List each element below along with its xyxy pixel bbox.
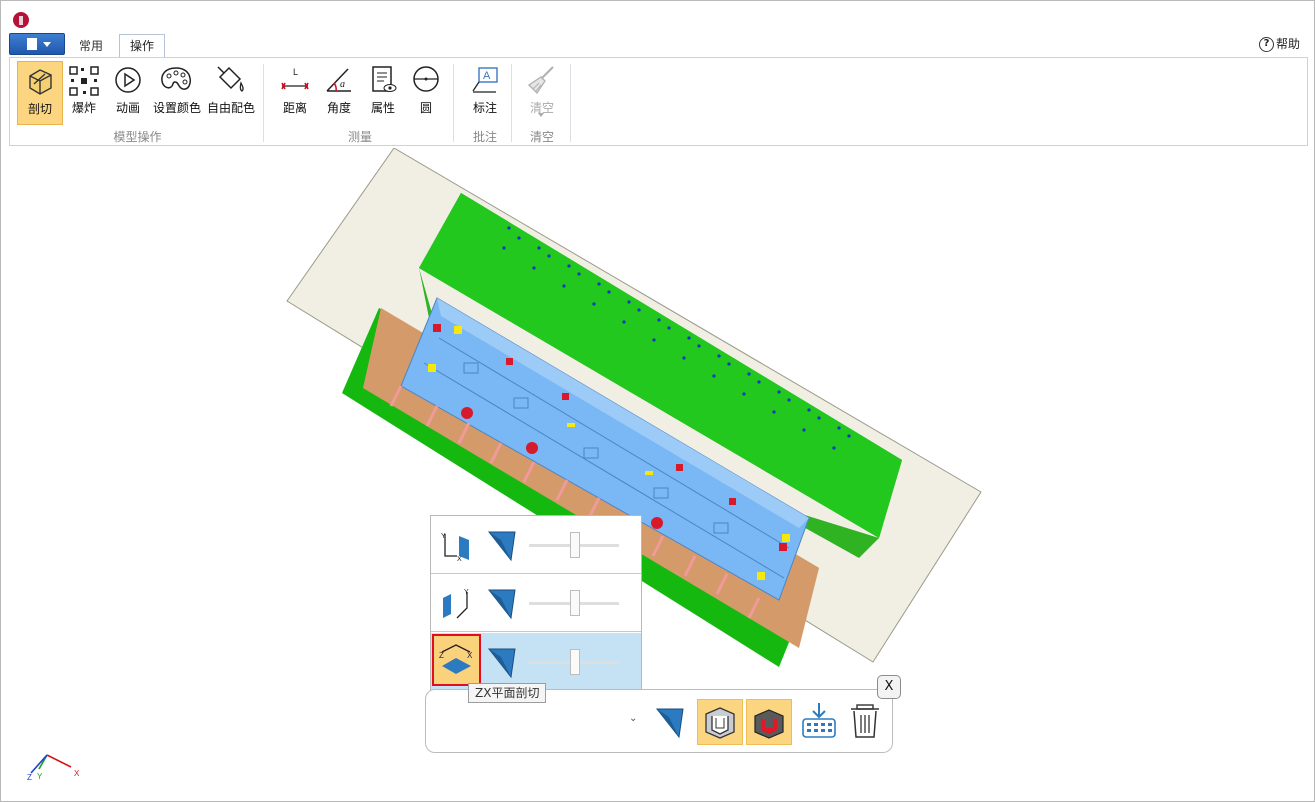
section-cut-icon (29, 69, 52, 95)
save-section-button[interactable] (797, 699, 843, 745)
trash-icon (851, 704, 879, 738)
svg-text:X: X (457, 556, 462, 562)
group-label-model-ops: 模型操作 (113, 130, 162, 144)
title-bar (2, 2, 1313, 32)
free-color-label: 自由配色 (207, 101, 256, 115)
broom-icon (527, 66, 554, 95)
x-axis-line (46, 754, 72, 768)
circle-button[interactable]: 圆 (403, 61, 449, 125)
svg-text:Z: Z (439, 651, 444, 660)
svg-text:L: L (293, 67, 298, 77)
y-axis-label: Y (37, 772, 43, 781)
annotation-button[interactable]: A 标注 (462, 61, 508, 125)
svg-text:Y: Y (464, 589, 469, 596)
annotation-label: 标注 (472, 101, 497, 115)
group-label-annotate: 批注 (472, 130, 497, 144)
x-axis-label: X (74, 769, 80, 778)
document-icon (27, 38, 37, 50)
tab-common[interactable]: 常用 (72, 35, 110, 57)
svg-text:A: A (483, 70, 491, 82)
ribbon-separator (453, 64, 454, 142)
group-label-measure: 测量 (347, 130, 372, 144)
ribbon-separator (511, 64, 512, 142)
chevron-down-icon (43, 42, 51, 47)
angle-label: 角度 (326, 101, 351, 115)
circle-icon (413, 66, 439, 92)
yz-plane-icon[interactable]: Y (441, 588, 473, 620)
svg-text:X: X (467, 651, 473, 660)
distance-button[interactable]: L 距离 (272, 61, 318, 125)
xy-plane-icon[interactable]: Y X (441, 530, 473, 562)
z-axis-label: Z (27, 773, 32, 782)
properties-button[interactable]: 属性 (360, 61, 406, 125)
help-button[interactable]: ? 帮助 (1258, 35, 1300, 53)
section-slider-thumb[interactable] (570, 649, 580, 675)
tab-operations[interactable]: 操作 (119, 34, 165, 58)
play-icon (115, 67, 141, 93)
app-window: 常用 操作 ? 帮助 剖切 爆炸 动画 设置颜色 自由配色 模型操作 L 距离 … (0, 0, 1315, 802)
axis-triad: X Y Z (27, 754, 80, 782)
zx-plane-icon: Z X (439, 644, 473, 674)
paint-bucket-icon (217, 66, 244, 92)
section-cut-button[interactable]: 剖切 (17, 61, 63, 125)
ribbon-separator (570, 64, 571, 142)
clear-button[interactable]: 清空 (519, 61, 565, 125)
properties-label: 属性 (370, 101, 395, 115)
help-icon: ? (1258, 37, 1274, 52)
distance-icon: L (281, 67, 309, 90)
section-row-xy[interactable]: Y X (431, 516, 641, 574)
explode-label: 爆炸 (71, 101, 96, 115)
group-label-clear: 清空 (529, 130, 554, 144)
annotation-icon: A (472, 67, 498, 93)
animation-button[interactable]: 动画 (105, 61, 151, 125)
chevron-down-icon (538, 113, 544, 117)
free-color-button[interactable]: 自由配色 (207, 61, 256, 125)
cut-direction-icon[interactable] (487, 530, 517, 562)
file-menu-button[interactable] (9, 33, 65, 55)
fill-cut-face-icon (754, 709, 784, 739)
section-slider-thumb[interactable] (570, 532, 580, 558)
circle-label: 圆 (419, 101, 432, 115)
explode-button[interactable]: 爆炸 (61, 61, 107, 125)
distance-label: 距离 (282, 101, 307, 115)
set-color-button[interactable]: 设置颜色 (153, 61, 202, 125)
section-slider-thumb[interactable] (570, 590, 580, 616)
properties-icon (372, 66, 397, 92)
svg-text:Y: Y (441, 533, 446, 540)
angle-icon: a (326, 68, 351, 92)
explode-icon (69, 66, 99, 96)
reverse-cut-icon (655, 708, 684, 739)
section-row-yz[interactable]: Y (431, 574, 641, 632)
section-cut-label: 剖切 (27, 102, 52, 116)
ribbon: 剖切 爆炸 动画 设置颜色 自由配色 模型操作 L 距离 a 角度 属性 圆 测… (9, 57, 1308, 146)
cut-direction-icon[interactable] (487, 588, 517, 620)
zx-plane-button[interactable]: Z X (432, 634, 481, 686)
delete-section-button[interactable] (843, 699, 889, 745)
close-section-toolbar-button[interactable]: X (877, 675, 901, 699)
tooltip: ZX平面剖切 (468, 683, 547, 703)
animation-label: 动画 (115, 101, 140, 115)
chevron-down-icon[interactable]: ⌄ (629, 713, 637, 724)
z-axis-line (30, 754, 48, 774)
reverse-cut-button[interactable] (647, 699, 693, 745)
show-cut-face-icon (705, 707, 735, 739)
show-cut-face-button[interactable] (697, 699, 743, 745)
set-color-label: 设置颜色 (153, 101, 202, 115)
palette-icon (161, 67, 191, 90)
svg-text:a: a (340, 79, 345, 90)
help-label: 帮助 (1275, 37, 1300, 51)
fill-cut-face-button[interactable] (746, 699, 792, 745)
angle-button[interactable]: a 角度 (316, 61, 362, 125)
cut-direction-icon[interactable] (487, 647, 517, 679)
save-section-icon (802, 703, 836, 738)
ribbon-separator (263, 64, 264, 142)
app-logo-icon (13, 12, 29, 28)
